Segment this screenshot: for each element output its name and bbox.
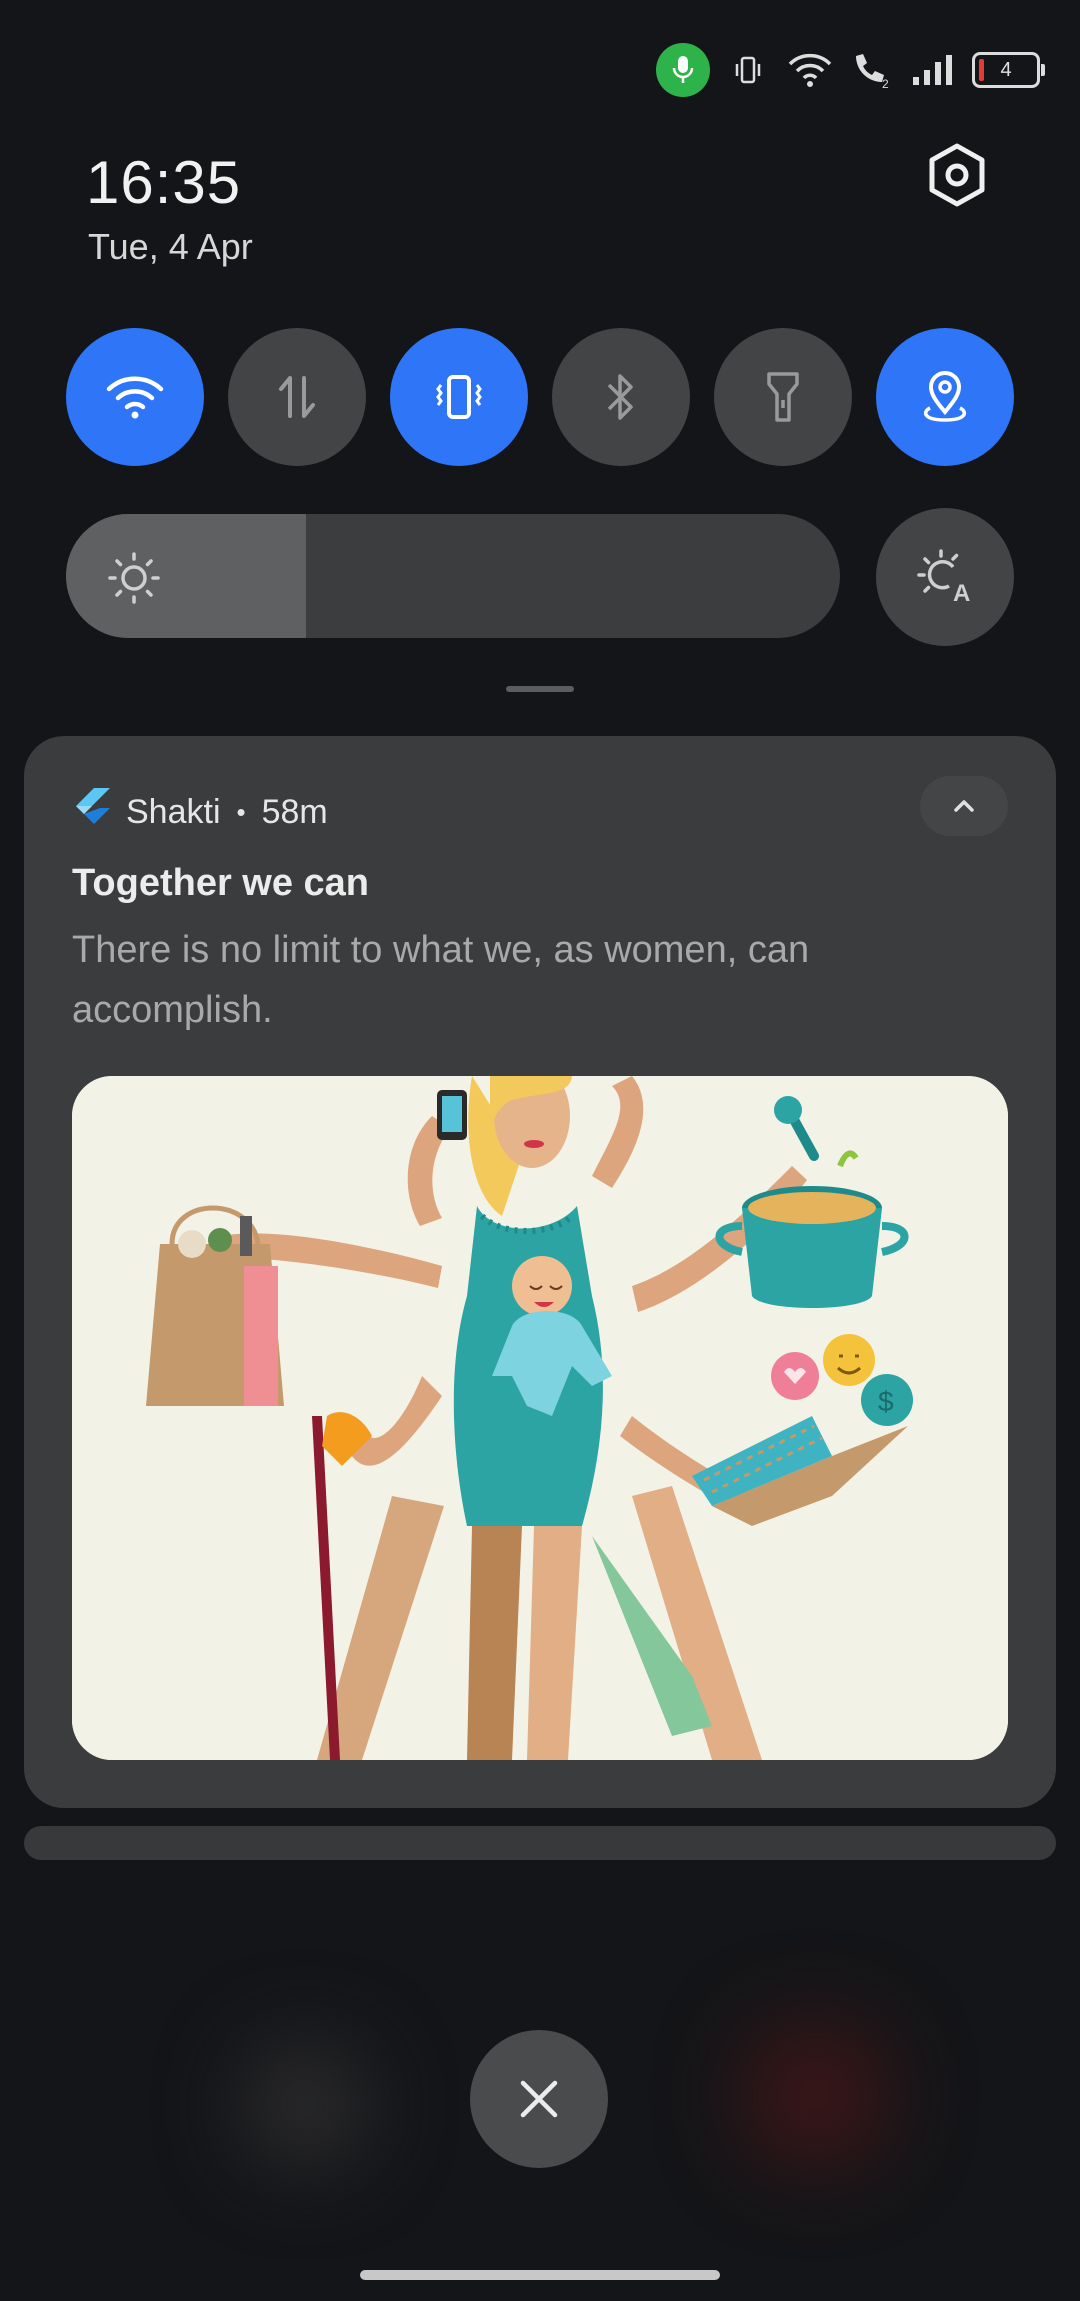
- date-label[interactable]: Tue, 4 Apr: [88, 226, 253, 268]
- brightness-icon: [106, 550, 162, 611]
- notification-image[interactable]: $: [72, 1076, 1008, 1760]
- notification-body: There is no limit to what we, as women, …: [72, 929, 810, 1031]
- vibrate-tile[interactable]: [390, 328, 528, 466]
- mic-active-icon: [656, 43, 710, 97]
- status-bar: 2 4: [656, 40, 1045, 100]
- notification-stack-indicator[interactable]: [24, 1826, 1056, 1860]
- battery-level: 4: [1000, 58, 1012, 81]
- wifi-icon: [786, 46, 834, 94]
- brightness-slider[interactable]: [66, 514, 840, 638]
- wifi-calling-icon: 2: [848, 46, 896, 94]
- svg-text:$: $: [878, 1386, 894, 1417]
- notification-title: Together we can: [72, 862, 370, 904]
- mobile-data-tile[interactable]: [228, 328, 366, 466]
- brightness-level-fill: [66, 514, 306, 638]
- battery-icon: 4: [972, 52, 1045, 88]
- auto-brightness-icon[interactable]: A: [876, 508, 1014, 646]
- header-separator: •: [236, 797, 246, 827]
- location-tile[interactable]: [876, 328, 1014, 466]
- home-gesture-bar[interactable]: [360, 2270, 720, 2280]
- app-logo-icon: [72, 786, 110, 839]
- collapse-chevron-up-icon[interactable]: [920, 776, 1008, 836]
- signal-icon: [910, 46, 958, 94]
- notification-time: 58m: [261, 793, 328, 831]
- notification-card[interactable]: Shakti • 58m Together we can There is no…: [24, 736, 1056, 1808]
- clock-time[interactable]: 16:35: [86, 148, 241, 217]
- wifi-tile[interactable]: [66, 328, 204, 466]
- svg-text:2: 2: [882, 77, 889, 90]
- panel-drag-handle[interactable]: [506, 686, 574, 692]
- app-name: Shakti: [126, 793, 221, 831]
- svg-text:A: A: [953, 580, 970, 607]
- vibrate-icon: [724, 46, 772, 94]
- clear-all-close-icon[interactable]: [470, 2030, 608, 2168]
- flashlight-tile[interactable]: [714, 328, 852, 466]
- notification-header: Shakti • 58m: [72, 786, 328, 839]
- bluetooth-tile[interactable]: [552, 328, 690, 466]
- settings-gear-icon[interactable]: [922, 140, 992, 210]
